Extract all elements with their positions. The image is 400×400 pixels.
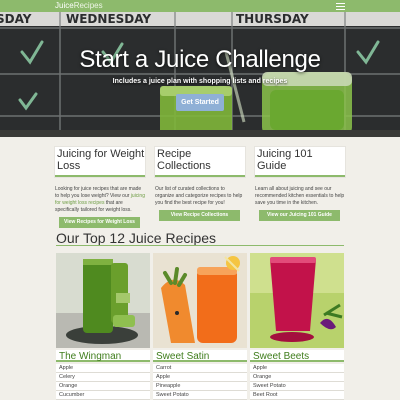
list-item: Apple xyxy=(56,364,150,373)
feature-title: Juicing 101 Guide xyxy=(255,147,345,177)
get-started-button[interactable]: Get Started xyxy=(176,94,224,111)
view-recipe-collections-button[interactable]: View Recipe Collections xyxy=(159,210,240,221)
hero-subtitle: Includes a juice plan with shopping list… xyxy=(112,78,288,85)
recipe-title[interactable]: Sweet Satin xyxy=(153,350,247,362)
ingredient-list: Apple Celery Orange Cucumber xyxy=(56,364,150,400)
recipe-card-sweet-beets[interactable]: Sweet Beets Apple Orange Sweet Potato Be… xyxy=(250,253,344,400)
list-item: Apple xyxy=(250,364,344,373)
list-item: Cucumber xyxy=(56,391,150,400)
list-item: Orange xyxy=(250,373,344,382)
recipe-photo[interactable] xyxy=(56,253,150,348)
list-item: Celery xyxy=(56,373,150,382)
section-divider xyxy=(56,245,344,246)
chalk-word-1: SDAY xyxy=(0,12,32,26)
list-item: Sweet Potato xyxy=(250,382,344,391)
feature-juicing-guide: Juicing 101 Guide Learn all about juicin… xyxy=(255,147,345,221)
recipe-photo[interactable] xyxy=(153,253,247,348)
recipe-card-wingman[interactable]: The Wingman Apple Celery Orange Cucumber xyxy=(56,253,150,400)
recipe-title[interactable]: The Wingman xyxy=(56,350,150,362)
hero-background-image: SDAY WEDNESDAY THURSDAY xyxy=(0,12,400,137)
list-item: Apple xyxy=(153,373,247,382)
feature-text: Looking for juice recipes that are made … xyxy=(55,186,145,213)
top-navbar: JuiceRecipes xyxy=(0,0,400,12)
feature-title: Juicing for Weight Loss xyxy=(55,147,145,177)
brand-part-2: Recipes xyxy=(73,1,103,10)
recipe-photo[interactable] xyxy=(250,253,344,348)
top-recipes-heading: Our Top 12 Juice Recipes xyxy=(56,230,217,246)
brand-part-1: Juice xyxy=(55,1,74,10)
feature-text: Learn all about juicing and see our reco… xyxy=(255,186,345,206)
feature-recipe-collections: Recipe Collections Our list of curated c… xyxy=(155,147,245,221)
hero-title: Start a Juice Challenge xyxy=(79,46,321,73)
list-item: Orange xyxy=(56,382,150,391)
list-item: Carrot xyxy=(153,364,247,373)
list-item: Pineapple xyxy=(153,382,247,391)
feature-title: Recipe Collections xyxy=(155,147,245,177)
chalk-word-2: WEDNESDAY xyxy=(66,12,151,26)
feature-text: Our list of curated collections to organ… xyxy=(155,186,243,206)
ingredient-list: Apple Orange Sweet Potato Beet Root xyxy=(250,364,344,400)
view-weight-loss-recipes-button[interactable]: View Recipes for Weight Loss xyxy=(59,217,140,228)
view-juicing-guide-button[interactable]: View our Juicing 101 Guide xyxy=(259,210,340,221)
recipe-card-sweet-satin[interactable]: Sweet Satin Carrot Apple Pineapple Sweet… xyxy=(153,253,247,400)
list-item: Sweet Potato xyxy=(153,391,247,400)
chalk-word-3: THURSDAY xyxy=(236,12,309,26)
hamburger-icon[interactable] xyxy=(336,2,345,10)
list-item: Beet Root xyxy=(250,391,344,400)
feature-weight-loss: Juicing for Weight Loss Looking for juic… xyxy=(55,147,145,228)
brand-logo[interactable]: JuiceRecipes xyxy=(55,0,103,12)
ingredient-list: Carrot Apple Pineapple Sweet Potato xyxy=(153,364,247,400)
hero-banner: SDAY WEDNESDAY THURSDAY Start a Juice Ch… xyxy=(0,12,400,137)
recipe-title[interactable]: Sweet Beets xyxy=(250,350,344,362)
